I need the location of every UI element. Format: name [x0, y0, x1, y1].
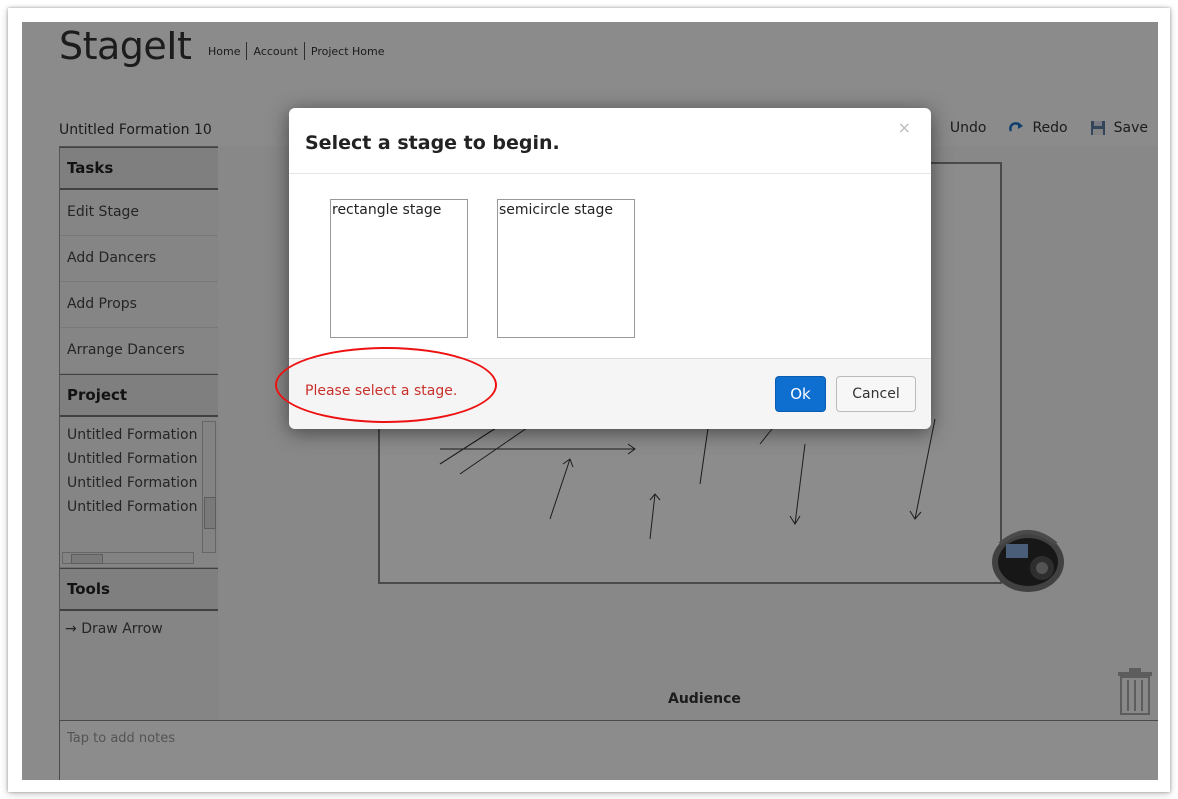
ok-button[interactable]: Ok	[775, 376, 826, 412]
rectangle-stage-option[interactable]: rectangle stage	[330, 199, 468, 338]
annotation-highlight-ellipse	[275, 347, 497, 423]
dialog-divider	[289, 173, 931, 174]
semicircle-stage-label: semicircle stage	[499, 202, 613, 218]
rectangle-stage-label: rectangle stage	[332, 202, 442, 218]
cancel-button[interactable]: Cancel	[836, 376, 916, 412]
close-icon[interactable]: ×	[898, 118, 911, 137]
semicircle-stage-option[interactable]: semicircle stage	[497, 199, 635, 338]
dialog-title: Select a stage to begin.	[305, 132, 560, 154]
